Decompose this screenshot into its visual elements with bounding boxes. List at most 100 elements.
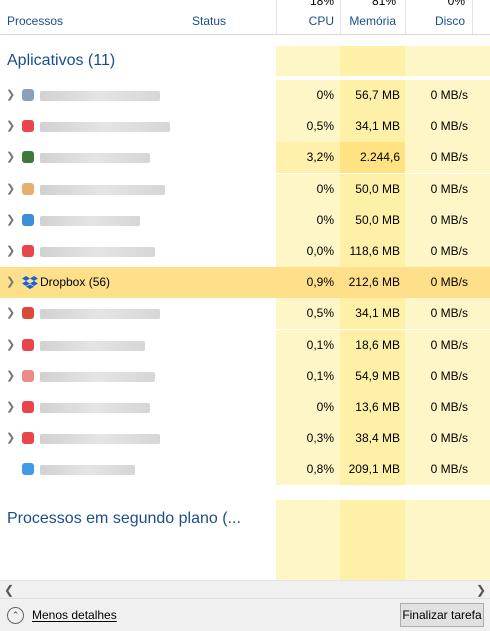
redacted-process-name	[40, 465, 135, 475]
chevron-right-icon[interactable]: ❯	[6, 142, 15, 173]
disk-value: 0 MB/s	[430, 275, 468, 289]
chevron-right-icon[interactable]: ❯	[6, 298, 15, 329]
group-header-apps: Aplicativos (11)	[0, 46, 490, 76]
network-cell	[472, 142, 490, 173]
col-header-disk[interactable]: Disco	[405, 14, 465, 28]
app-icon	[22, 89, 34, 101]
scroll-left-icon[interactable]: ❮	[4, 581, 14, 599]
memory-value: 18,6 MB	[340, 330, 405, 361]
app-icon	[22, 401, 34, 413]
process-row[interactable]: ❯ 0% 50,0 MB 0 MB/s	[0, 205, 490, 236]
chevron-right-icon[interactable]: ❯	[6, 423, 15, 454]
redacted-process-name	[40, 372, 155, 382]
chevron-right-icon[interactable]: ❯	[6, 80, 15, 111]
app-icon	[22, 370, 34, 382]
network-cell	[472, 454, 490, 485]
memory-value: 38,4 MB	[340, 423, 405, 454]
cpu-value: 0,0%	[276, 236, 340, 267]
memory-value: 54,9 MB	[340, 361, 405, 392]
network-cell	[472, 174, 490, 205]
redacted-process-name	[40, 153, 150, 163]
chevron-right-icon[interactable]: ❯	[6, 267, 15, 298]
disk-value: 0 MB/s	[405, 298, 472, 329]
process-row[interactable]: ❯ Dropbox (56) 0,9% 212,6 MB 0 MB/s	[0, 267, 490, 298]
horizontal-scrollbar[interactable]: ❮ ❯	[0, 580, 490, 599]
scroll-right-icon[interactable]: ❯	[476, 581, 486, 599]
chevron-right-icon[interactable]: ❯	[6, 392, 15, 423]
disk-value: 0 MB/s	[405, 392, 472, 423]
col-header-status[interactable]: Status	[192, 14, 226, 28]
app-icon	[22, 120, 34, 132]
disk-value: 0 MB/s	[405, 174, 472, 205]
process-row[interactable]: ❯ 0,0% 118,6 MB 0 MB/s	[0, 236, 490, 267]
end-task-button[interactable]: Finalizar tarefa	[400, 603, 484, 627]
process-row[interactable]: ❯ 0% 56,7 MB 0 MB/s	[0, 80, 490, 111]
col-header-memory[interactable]: Memória	[340, 14, 396, 28]
redacted-process-name	[40, 185, 165, 195]
process-row[interactable]: ❯ 0% 13,6 MB 0 MB/s	[0, 392, 490, 423]
disk-value: 0 MB/s	[405, 454, 472, 485]
chevron-right-icon[interactable]: ❯	[6, 361, 15, 392]
process-row[interactable]: ❯ 0,5% 34,1 MB 0 MB/s	[0, 298, 490, 329]
memory-value: 212,6 MB	[348, 275, 400, 289]
col-header-cpu[interactable]: CPU	[276, 14, 334, 28]
cpu-value: 0,8%	[276, 454, 340, 485]
redacted-process-name	[40, 434, 160, 444]
memory-value: 34,1 MB	[340, 298, 405, 329]
chevron-right-icon[interactable]: ❯	[6, 174, 15, 205]
cpu-value: 0,1%	[276, 361, 340, 392]
chevron-right-icon[interactable]: ❯	[6, 330, 15, 361]
memory-value: 2.244,6 MB	[340, 142, 405, 195]
network-cell	[472, 392, 490, 423]
chevron-up-circle-icon: ⌃	[7, 607, 24, 625]
app-icon	[22, 339, 34, 351]
app-icon	[22, 214, 34, 226]
dropbox-icon	[22, 276, 38, 289]
less-details-button[interactable]: ⌃ Menos detalhes	[7, 605, 117, 625]
disk-value: 0 MB/s	[405, 423, 472, 454]
redacted-process-name	[40, 216, 140, 226]
process-row[interactable]: ❯ 0,1% 54,9 MB 0 MB/s	[0, 361, 490, 392]
cpu-value: 0%	[276, 80, 340, 111]
process-row[interactable]: ❯ 0% 50,0 MB 0 MB/s	[0, 174, 490, 205]
disk-value: 0 MB/s	[405, 236, 472, 267]
chevron-right-icon[interactable]: ❯	[6, 205, 15, 236]
col-divider[interactable]	[472, 0, 473, 34]
cpu-value: 0,3%	[276, 423, 340, 454]
process-row[interactable]: 0,8% 209,1 MB 0 MB/s	[0, 454, 490, 485]
redacted-process-name	[40, 341, 145, 351]
chevron-right-icon[interactable]: ❯	[6, 236, 15, 267]
redacted-process-name	[40, 309, 160, 319]
app-icon	[22, 432, 34, 444]
app-icon	[22, 463, 34, 475]
network-cell	[472, 361, 490, 392]
app-icon	[22, 183, 34, 195]
memory-value: 56,7 MB	[340, 80, 405, 111]
process-row[interactable]: ❯ 0,5% 34,1 MB 0 MB/s	[0, 111, 490, 142]
chevron-right-icon[interactable]: ❯	[6, 111, 15, 142]
cpu-value: 0,5%	[276, 111, 340, 142]
cpu-value: 3,2%	[276, 142, 340, 173]
disk-value: 0 MB/s	[405, 80, 472, 111]
memory-value: 50,0 MB	[340, 205, 405, 236]
memory-value: 209,1 MB	[340, 454, 405, 485]
memory-value: 34,1 MB	[340, 111, 405, 142]
process-row[interactable]: ❯ 0,1% 18,6 MB 0 MB/s	[0, 330, 490, 361]
group-header-background: Processos em segundo plano (...	[0, 500, 490, 540]
footer-bar: ⌃ Menos detalhes Finalizar tarefa	[0, 598, 490, 631]
disk-value: 0 MB/s	[405, 330, 472, 361]
column-header: Processos Status 18% 81% 0% CPU Memória …	[0, 0, 490, 35]
process-row[interactable]: ❯ 3,2%2.244,6 MB0 MB/s	[0, 142, 490, 195]
cpu-value: 0,1%	[276, 330, 340, 361]
disk-value: 0 MB/s	[405, 205, 472, 236]
less-details-label: Menos detalhes	[32, 608, 117, 622]
group-title-apps: Aplicativos (11)	[7, 52, 116, 69]
process-name: Dropbox (56)	[40, 275, 111, 289]
network-cell	[472, 298, 490, 329]
network-cell	[472, 111, 490, 142]
memory-value: 50,0 MB	[340, 174, 405, 205]
col-header-processes[interactable]: Processos	[7, 14, 63, 28]
process-row[interactable]: ❯ 0,3% 38,4 MB 0 MB/s	[0, 423, 490, 454]
redacted-process-name	[40, 91, 160, 101]
redacted-process-name	[40, 247, 155, 257]
